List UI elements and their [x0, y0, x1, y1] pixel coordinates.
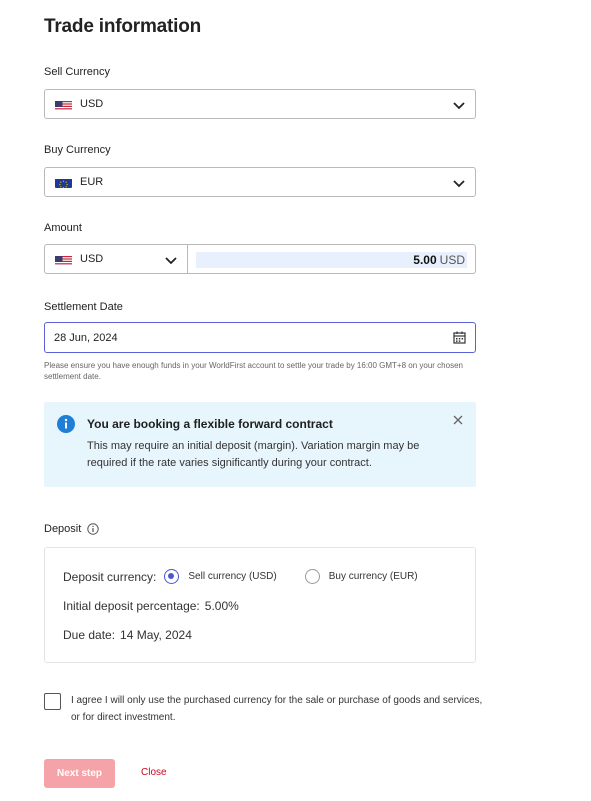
calendar-icon[interactable]: [453, 331, 466, 344]
page-title: Trade information: [44, 16, 202, 37]
buy-currency-value: EUR: [80, 176, 104, 188]
deposit-currency-row: Deposit currency: Sell currency (USD) Bu…: [63, 569, 418, 584]
deposit-option-buy-label: Buy currency (EUR): [328, 571, 418, 582]
buy-currency-label: Buy Currency: [44, 144, 111, 156]
chevron-down-icon: [453, 180, 465, 188]
deposit-label-text: Deposit: [44, 523, 82, 535]
next-step-button[interactable]: Next step: [44, 759, 115, 788]
amount-value: 5.00: [413, 253, 437, 267]
deposit-label: Deposit: [44, 523, 99, 535]
amount-currency-select[interactable]: USD: [44, 244, 188, 274]
deposit-percentage-value: 5.00%: [204, 599, 239, 613]
sell-currency-label: Sell Currency: [44, 66, 111, 78]
deposit-percentage-row: Initial deposit percentage: 5.00%: [63, 599, 239, 613]
amount-label: Amount: [44, 222, 82, 234]
settlement-date-input[interactable]: 28 Jun, 2024: [44, 322, 476, 353]
close-link[interactable]: Close: [141, 767, 167, 778]
amount-currency-value: USD: [80, 253, 104, 265]
deposit-option-buy[interactable]: Buy currency (EUR): [304, 569, 418, 584]
deposit-panel: Deposit currency: Sell currency (USD) Bu…: [44, 547, 476, 663]
deposit-percentage-label: Initial deposit percentage:: [63, 599, 200, 613]
deposit-due-value: 14 May, 2024: [120, 628, 192, 642]
settlement-date-label: Settlement Date: [44, 301, 123, 313]
settlement-date-value: 28 Jun, 2024: [54, 331, 118, 344]
amount-input[interactable]: 5.00 USD: [187, 244, 476, 274]
radio-selected-icon[interactable]: [164, 569, 180, 584]
agreement-checkbox[interactable]: [44, 693, 61, 710]
sell-currency-select[interactable]: USD: [44, 89, 476, 119]
us-flag-icon: [55, 99, 72, 110]
eu-flag-icon: [55, 177, 72, 188]
banner-body: This may require an initial deposit (mar…: [87, 440, 420, 469]
close-icon[interactable]: [452, 414, 464, 426]
us-flag-icon: [55, 254, 72, 265]
deposit-option-sell-label: Sell currency (USD): [188, 571, 277, 582]
deposit-due-row: Due date: 14 May, 2024: [63, 628, 192, 642]
chevron-down-icon: [453, 102, 465, 110]
deposit-due-label: Due date:: [63, 628, 116, 642]
info-icon: [57, 415, 75, 433]
settlement-hint: Please ensure you have enough funds in y…: [44, 361, 463, 381]
deposit-option-sell[interactable]: Sell currency (USD): [164, 569, 277, 584]
radio-unselected-icon[interactable]: [304, 569, 320, 584]
agreement-text: I agree I will only use the purchased cu…: [71, 695, 483, 723]
banner-title: You are booking a flexible forward contr…: [87, 417, 333, 431]
deposit-currency-label: Deposit currency:: [63, 569, 157, 584]
chevron-down-icon: [165, 257, 177, 265]
agreement-row: I agree I will only use the purchased cu…: [44, 692, 484, 726]
sell-currency-value: USD: [80, 98, 104, 110]
amount-unit: USD: [439, 253, 465, 267]
buy-currency-select[interactable]: EUR: [44, 167, 476, 197]
info-banner: You are booking a flexible forward contr…: [44, 402, 476, 487]
info-outline-icon[interactable]: [87, 523, 99, 535]
